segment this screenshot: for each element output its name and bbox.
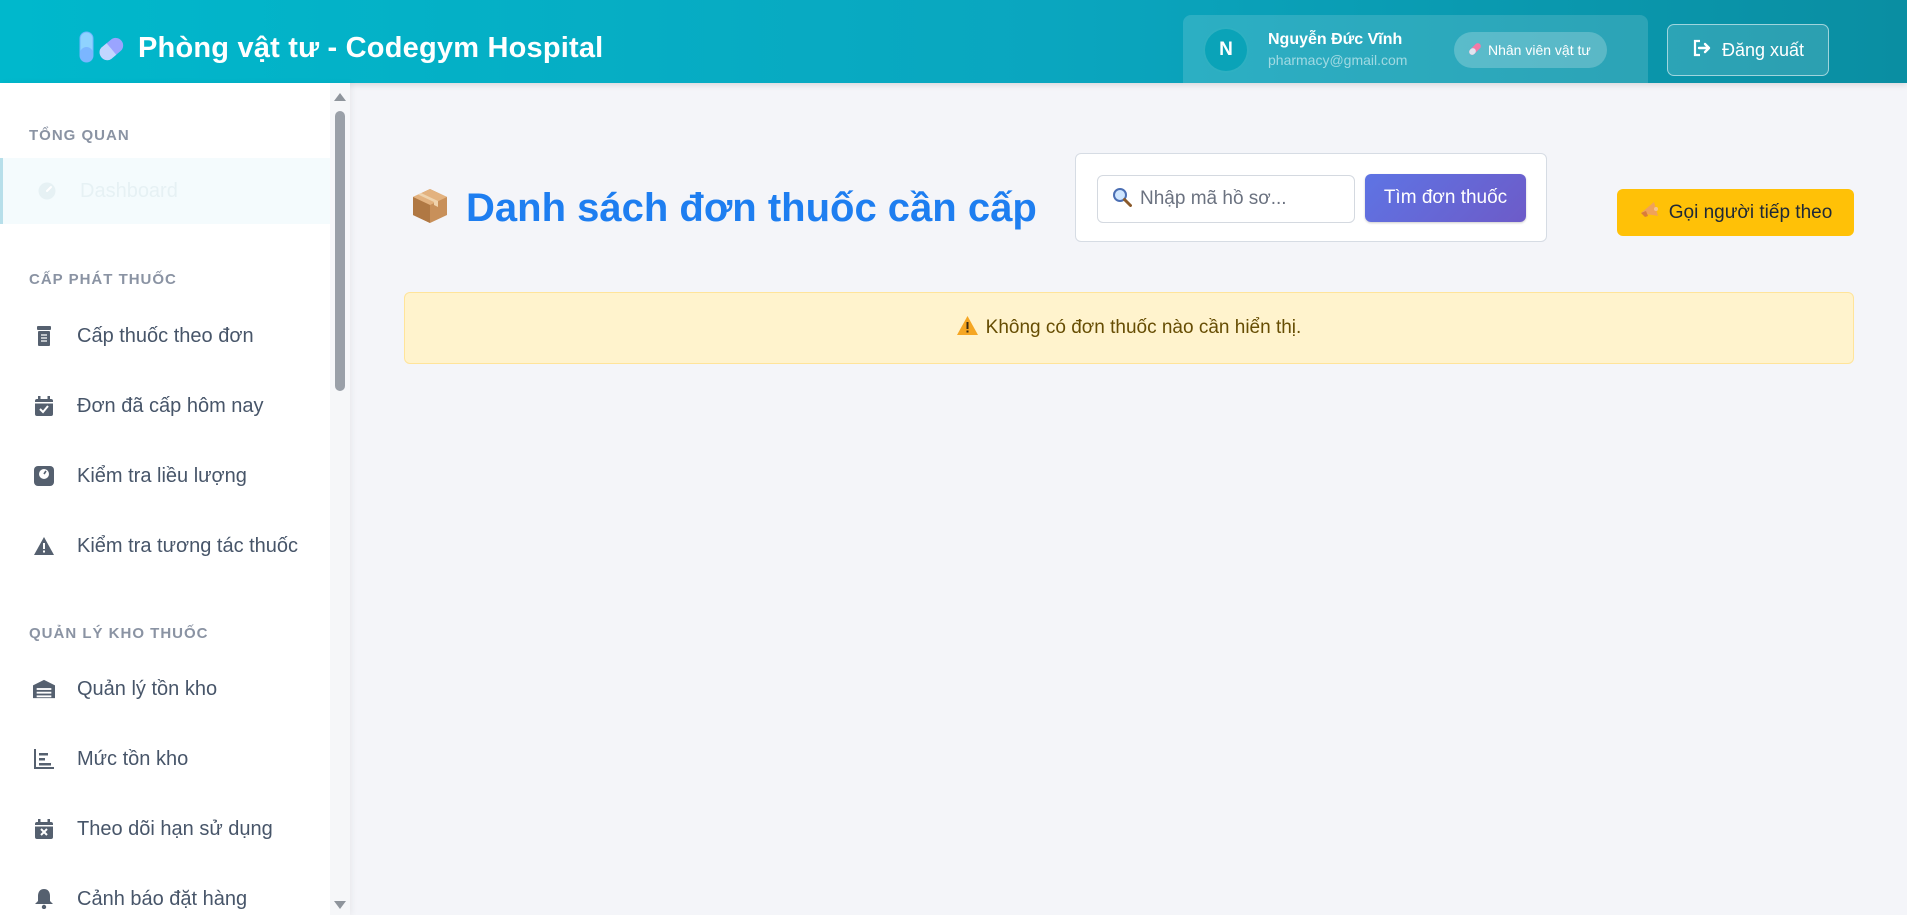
sidebar: TỔNG QUAN Dashboard CẤP PHÁT THUỐC Cấp t… <box>0 83 350 915</box>
user-name: Nguyễn Đức Vĩnh <box>1268 31 1403 48</box>
section-title-overview: TỔNG QUAN <box>29 127 130 144</box>
empty-state-alert: Không có đơn thuốc nào cần hiển thị. <box>404 292 1854 364</box>
role-label: Nhân viên vật tư <box>1488 42 1591 58</box>
sidebar-scrollbar[interactable] <box>330 83 350 915</box>
sidebar-item-expiry-tracking[interactable]: Theo dõi hạn sử dụng <box>0 796 330 862</box>
megaphone-icon <box>1639 200 1661 226</box>
sidebar-item-label: Mức tồn kho <box>77 747 189 770</box>
find-prescription-button[interactable]: Tìm đơn thuốc <box>1365 174 1526 222</box>
prescription-bottle-icon <box>33 325 55 347</box>
sidebar-item-label: Kiểm tra liều lượng <box>77 464 247 487</box>
dashboard-icon <box>36 180 58 202</box>
scale-icon <box>33 465 55 487</box>
sidebar-item-dispensed-today[interactable]: Đơn đã cấp hôm nay <box>0 373 330 439</box>
sidebar-item-label: Cảnh báo đặt hàng <box>77 887 248 910</box>
calendar-x-icon <box>33 818 55 840</box>
brand[interactable]: Phòng vật tư - Codegym Hospital <box>78 30 603 66</box>
sidebar-item-label: Quản lý tồn kho <box>77 677 218 700</box>
sidebar-item-drug-interaction[interactable]: Kiểm tra tương tác thuốc <box>0 513 330 579</box>
scrollbar-thumb[interactable] <box>335 111 345 391</box>
pill-capsule-icon <box>78 30 126 66</box>
sidebar-item-label: Dashboard <box>80 179 178 202</box>
section-title-dispensing: CẤP PHÁT THUỐC <box>29 271 177 288</box>
scroll-down-arrow-icon[interactable] <box>334 901 346 909</box>
sidebar-item-order-alerts[interactable]: Cảnh báo đặt hàng <box>0 866 330 915</box>
warehouse-icon <box>33 678 55 700</box>
search-panel: Tìm đơn thuốc <box>1075 153 1547 242</box>
search-field[interactable] <box>1097 175 1355 223</box>
sidebar-item-label: Đơn đã cấp hôm nay <box>77 394 264 417</box>
role-badge: Nhân viên vật tư <box>1454 32 1607 68</box>
sidebar-item-inventory-management[interactable]: Quản lý tồn kho <box>0 656 330 722</box>
section-title-inventory: QUẢN LÝ KHO THUỐC <box>29 625 209 642</box>
sidebar-item-dispense-by-prescription[interactable]: Cấp thuốc theo đơn <box>0 303 330 369</box>
page-title: Danh sách đơn thuốc cần cấp <box>410 186 1037 231</box>
scroll-up-arrow-icon[interactable] <box>334 93 346 101</box>
calendar-check-icon <box>33 395 55 417</box>
avatar: N <box>1203 27 1249 73</box>
warning-icon <box>956 315 978 341</box>
bell-icon <box>33 888 55 910</box>
sidebar-item-label: Kiểm tra tương tác thuốc <box>77 534 299 557</box>
call-next-button[interactable]: Gọi người tiếp theo <box>1617 189 1854 236</box>
sidebar-item-dosage-check[interactable]: Kiểm tra liều lượng <box>0 443 330 509</box>
app-title: Phòng vật tư - Codegym Hospital <box>138 31 604 64</box>
search-input[interactable] <box>1140 188 1330 210</box>
call-next-label: Gọi người tiếp theo <box>1668 201 1833 223</box>
page-title-text: Danh sách đơn thuốc cần cấp <box>466 186 1037 230</box>
bar-chart-icon <box>33 748 55 770</box>
sidebar-item-stock-level[interactable]: Mức tồn kho <box>0 726 330 792</box>
user-card[interactable]: N Nguyễn Đức Vĩnh pharmacy@gmail.com Nhâ… <box>1183 15 1648 83</box>
warning-icon <box>33 535 55 557</box>
logout-icon <box>1692 39 1712 62</box>
package-icon <box>410 186 450 231</box>
search-icon <box>1112 187 1132 212</box>
empty-state-message: Không có đơn thuốc nào cần hiển thị. <box>985 317 1302 338</box>
user-email: pharmacy@gmail.com <box>1268 52 1408 68</box>
sidebar-item-label: Theo dõi hạn sử dụng <box>77 817 273 840</box>
logout-label: Đăng xuất <box>1721 39 1805 60</box>
pill-icon <box>1468 42 1482 59</box>
top-navbar: Phòng vật tư - Codegym Hospital N Nguyễn… <box>0 0 1907 83</box>
logout-button[interactable]: Đăng xuất <box>1667 24 1829 76</box>
sidebar-item-label: Cấp thuốc theo đơn <box>77 324 254 347</box>
sidebar-item-dashboard[interactable]: Dashboard <box>0 158 330 224</box>
